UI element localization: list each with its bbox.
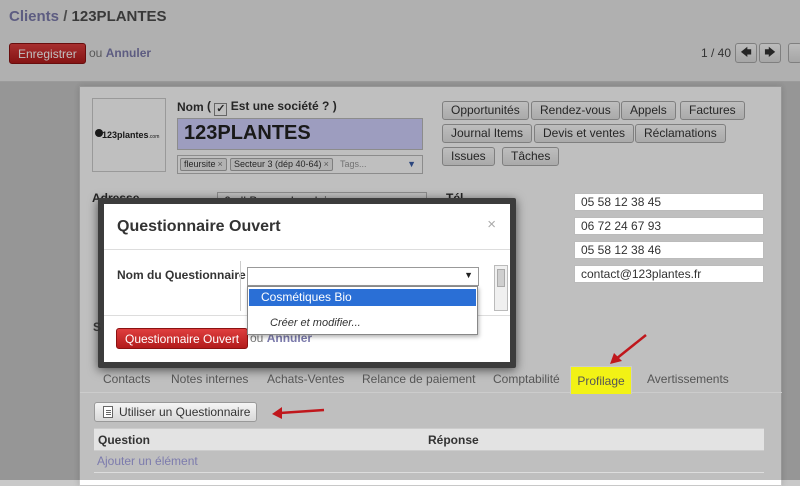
- background-label-peek: S: [93, 320, 102, 334]
- modal-scrollbar[interactable]: [494, 265, 508, 311]
- annotation-arrow-questionnaire-icon: [272, 407, 325, 419]
- field-divider: [240, 261, 241, 311]
- modal-header: Questionnaire Ouvert ×: [104, 204, 510, 250]
- mobile-input-visible[interactable]: 06 72 24 67 93: [574, 217, 764, 235]
- add-item-link[interactable]: Ajouter un élément: [97, 454, 198, 468]
- modal-title: Questionnaire Ouvert: [117, 218, 281, 235]
- tab-accounting[interactable]: Comptabilité: [493, 372, 560, 386]
- tab-warnings[interactable]: Avertissements: [647, 372, 729, 386]
- chevron-down-icon[interactable]: ▼: [464, 270, 473, 280]
- close-icon[interactable]: ×: [487, 216, 496, 233]
- open-questionnaire-button[interactable]: Questionnaire Ouvert: [116, 328, 249, 349]
- email-input-visible[interactable]: contact@123plantes.fr: [574, 265, 764, 283]
- document-icon: [103, 406, 113, 418]
- use-questionnaire-button[interactable]: Utiliser un Questionnaire: [94, 402, 257, 422]
- annotation-arrow-profilage-icon: [610, 334, 647, 364]
- fax-input-visible[interactable]: 05 58 12 38 46: [574, 241, 764, 259]
- tab-contacts[interactable]: Contacts: [103, 372, 150, 386]
- tab-profiling[interactable]: Profilage: [570, 366, 632, 394]
- tab-internal-notes[interactable]: Notes internes: [171, 372, 248, 386]
- tab-sales-purchases[interactable]: Achats-Ventes: [267, 372, 344, 386]
- autocomplete-dropdown: Cosmétiques Bio Créer et modifier...: [247, 286, 478, 335]
- questionnaire-modal: Questionnaire Ouvert × Nom du Questionna…: [104, 204, 510, 362]
- questionnaire-name-label: Nom du Questionnaire: [117, 268, 246, 282]
- column-answer: Réponse: [428, 433, 479, 447]
- create-and-edit-option[interactable]: Créer et modifier...: [270, 317, 361, 329]
- questionnaire-select[interactable]: ▼: [247, 267, 479, 286]
- column-question: Question: [98, 433, 151, 447]
- tab-payment-follow-up[interactable]: Relance de paiement: [362, 372, 475, 386]
- answers-table-header: Question Réponse: [94, 428, 764, 451]
- phone-input-visible[interactable]: 05 58 12 38 45: [574, 193, 764, 211]
- scrollbar-thumb[interactable]: [497, 269, 505, 287]
- table-row-divider: [94, 472, 764, 473]
- dropdown-option[interactable]: Cosmétiques Bio: [249, 289, 476, 306]
